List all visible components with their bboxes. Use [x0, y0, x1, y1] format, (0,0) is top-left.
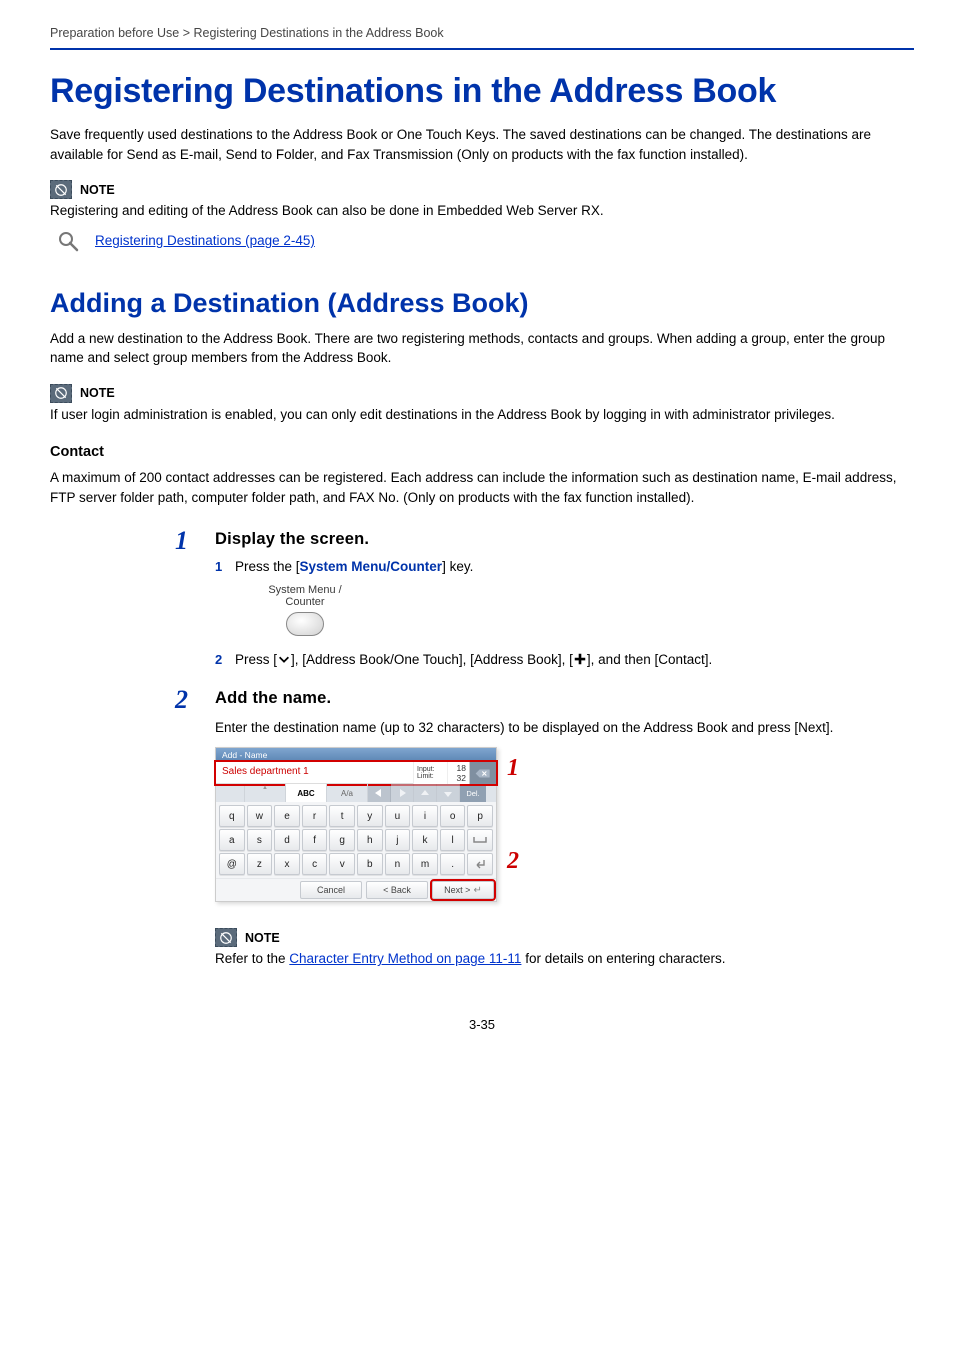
- key-y[interactable]: y: [357, 805, 383, 827]
- space-key[interactable]: [467, 829, 493, 851]
- key-u[interactable]: u: [385, 805, 411, 827]
- note-icon: [215, 928, 237, 947]
- key-l[interactable]: l: [440, 829, 466, 851]
- system-menu-key-illustration: System Menu / Counter: [245, 584, 365, 636]
- note-icon: [50, 180, 72, 199]
- key-o[interactable]: o: [440, 805, 466, 827]
- next-button[interactable]: Next >↵: [432, 881, 494, 899]
- cursor-left-button[interactable]: [368, 784, 391, 802]
- enter-icon: ↵: [473, 885, 481, 896]
- key-g[interactable]: g: [329, 829, 355, 851]
- input-mode-abc[interactable]: ABC: [286, 784, 327, 802]
- key-x[interactable]: x: [274, 853, 300, 875]
- chevron-down-icon: [277, 652, 291, 666]
- name-input[interactable]: Sales department 1: [216, 762, 413, 784]
- key-q[interactable]: q: [219, 805, 245, 827]
- callout-2: 2: [507, 848, 519, 875]
- key-s[interactable]: s: [247, 829, 273, 851]
- key-r[interactable]: r: [302, 805, 328, 827]
- callout-1: 1: [507, 755, 519, 782]
- substep-number: 2: [215, 652, 227, 667]
- note-label: NOTE: [245, 931, 280, 945]
- intro-text: Save frequently used destinations to the…: [50, 125, 914, 164]
- page-number: 3-35: [50, 1017, 914, 1032]
- input-limit-value: 18 32: [447, 762, 469, 784]
- keyboard-title: Add - Name: [216, 748, 496, 762]
- substep-number: 1: [215, 559, 227, 574]
- key-m[interactable]: m: [412, 853, 438, 875]
- note3-text: Refer to the Character Entry Method on p…: [215, 949, 914, 969]
- step-number: 1: [175, 526, 188, 556]
- cursor-up-button[interactable]: [414, 784, 437, 802]
- page-title: Registering Destinations in the Address …: [50, 72, 914, 111]
- contact-heading: Contact: [50, 444, 914, 460]
- keyboard-input-row: Sales department 1 Input: Limit: 18 32: [216, 762, 496, 784]
- cursor-right-button[interactable]: [391, 784, 414, 802]
- plus-icon: [573, 652, 587, 666]
- input-mode-shift[interactable]: ▲: [245, 784, 286, 802]
- system-menu-counter-keyword: System Menu/Counter: [300, 559, 443, 574]
- note1-text: Registering and editing of the Address B…: [50, 201, 914, 221]
- key-t[interactable]: t: [329, 805, 355, 827]
- note-label: NOTE: [80, 386, 115, 400]
- h2-intro: Add a new destination to the Address Boo…: [50, 329, 914, 368]
- substep-text: Press [], [Address Book/One Touch], [Add…: [235, 652, 712, 667]
- key-a[interactable]: a: [219, 829, 245, 851]
- key-z[interactable]: z: [247, 853, 273, 875]
- key-.[interactable]: .: [440, 853, 466, 875]
- key-k[interactable]: k: [412, 829, 438, 851]
- magnifier-icon: [56, 229, 80, 253]
- backspace-button[interactable]: [469, 762, 496, 784]
- key-f[interactable]: f: [302, 829, 328, 851]
- key-n[interactable]: n: [385, 853, 411, 875]
- key-c[interactable]: c: [302, 853, 328, 875]
- step-title: Add the name.: [215, 689, 914, 708]
- note-label: NOTE: [80, 183, 115, 197]
- section-title: Adding a Destination (Address Book): [50, 288, 914, 319]
- input-mode-case[interactable]: A/a: [327, 784, 368, 802]
- key-d[interactable]: d: [274, 829, 300, 851]
- input-limit-label: Input: Limit:: [413, 762, 447, 784]
- key-v[interactable]: v: [329, 853, 355, 875]
- substep-text: Press the [System Menu/Counter] key.: [235, 559, 473, 574]
- key-b[interactable]: b: [357, 853, 383, 875]
- cursor-down-button[interactable]: [437, 784, 460, 802]
- cancel-button[interactable]: Cancel: [300, 881, 362, 899]
- key-w[interactable]: w: [247, 805, 273, 827]
- onscreen-keyboard: Add - Name Sales department 1 Input: Lim…: [215, 747, 497, 902]
- step2-desc: Enter the destination name (up to 32 cha…: [215, 718, 914, 738]
- step-number: 2: [175, 685, 188, 715]
- reference-link[interactable]: Registering Destinations (page 2-45): [95, 233, 315, 248]
- note-icon: [50, 384, 72, 403]
- char-entry-link[interactable]: Character Entry Method on page 11-11: [289, 951, 521, 966]
- contact-text: A maximum of 200 contact addresses can b…: [50, 468, 914, 507]
- key-j[interactable]: j: [385, 829, 411, 851]
- key-i[interactable]: i: [412, 805, 438, 827]
- key-@[interactable]: @: [219, 853, 245, 875]
- delete-button[interactable]: Del.: [460, 784, 486, 802]
- back-button[interactable]: < Back: [366, 881, 428, 899]
- key-p[interactable]: p: [467, 805, 493, 827]
- note2-text: If user login administration is enabled,…: [50, 405, 914, 425]
- key-h[interactable]: h: [357, 829, 383, 851]
- enter-key[interactable]: [467, 853, 493, 875]
- step-title: Display the screen.: [215, 530, 914, 549]
- key-e[interactable]: e: [274, 805, 300, 827]
- breadcrumb: Preparation before Use > Registering Des…: [50, 26, 914, 50]
